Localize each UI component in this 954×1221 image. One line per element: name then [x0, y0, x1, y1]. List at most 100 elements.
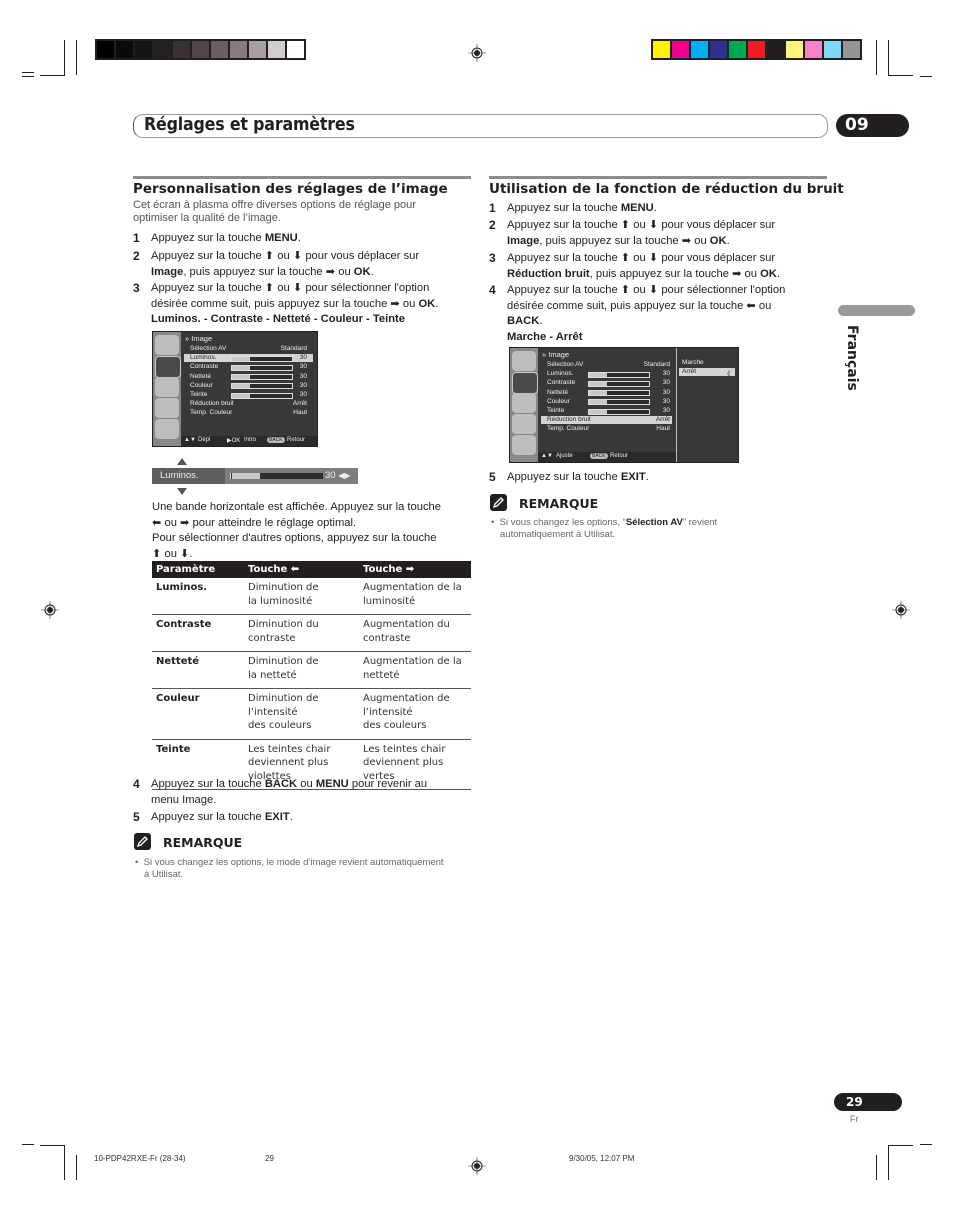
setup-icon[interactable]	[512, 351, 536, 371]
options-icon[interactable]	[155, 419, 179, 439]
color-swatch	[173, 41, 190, 58]
osd-slider[interactable]	[231, 392, 293, 399]
osd-slider[interactable]	[588, 371, 650, 378]
color-swatch	[653, 41, 670, 58]
osd-row-label[interactable]: Teinte	[547, 407, 564, 414]
osd-row-value: 30	[299, 372, 307, 380]
color-bar	[651, 39, 862, 60]
osd-row-value: 30	[662, 379, 670, 387]
table-cell-right: Augmentation de l’intensité des couleurs	[359, 688, 471, 740]
osd-row-label[interactable]: Netteté	[547, 389, 568, 396]
color-swatch	[116, 41, 133, 58]
note-bold: Sélection AV	[625, 517, 683, 528]
back-key-icon: BACK	[590, 453, 608, 459]
osd-slider-fill	[232, 393, 250, 398]
sound-icon[interactable]	[512, 393, 536, 413]
osd-row-label[interactable]: Sélection AV	[190, 345, 226, 352]
step-5: 5 Appuyez sur la touche EXIT.	[489, 470, 829, 486]
step-text: Appuyez sur la touche	[507, 471, 621, 483]
section-title-noise: Utilisation de la fonction de réduction …	[489, 181, 844, 197]
chapter-badge: 09	[836, 114, 909, 137]
step-number: 2	[133, 249, 140, 263]
text-line: ⬆ ou ⬇.	[152, 547, 193, 560]
osd-footer-back: Retour	[610, 453, 629, 459]
osd-row-label[interactable]: Luminos.	[190, 354, 216, 361]
osd-slider-fill	[589, 391, 607, 396]
osd-row-label[interactable]: Réduction bruit	[190, 400, 234, 407]
table-cell-left: Diminution de l’intensité des couleurs	[244, 688, 359, 740]
key-name: Image	[507, 234, 540, 247]
osd-slider[interactable]	[588, 399, 650, 406]
grayscale-bar	[95, 39, 306, 60]
band-slider-fill	[232, 473, 260, 479]
osd-slider[interactable]	[231, 364, 293, 371]
osd-row-label[interactable]: Réduction bruit	[547, 416, 591, 423]
osd-row-value: Standard	[643, 361, 670, 368]
step-text: .	[370, 265, 374, 278]
osd-slider[interactable]	[588, 408, 650, 415]
osd-slider-fill	[232, 356, 250, 361]
sound-icon[interactable]	[155, 377, 179, 397]
position-icon[interactable]	[155, 398, 179, 418]
table-cell-left: Diminution du contraste	[244, 614, 359, 652]
key-name: MENU	[264, 232, 298, 244]
setup-icon[interactable]	[155, 335, 179, 355]
osd-row-value: 30	[662, 407, 670, 414]
image-icon[interactable]	[155, 356, 181, 378]
osd-row-label[interactable]: Temp. Couleur	[547, 425, 589, 432]
chapter-number: 09	[845, 115, 869, 135]
pencil-note-icon	[134, 833, 151, 850]
osd-row-label[interactable]: Netteté	[190, 373, 211, 380]
osd-row-label[interactable]: Contraste	[190, 363, 218, 370]
osd-slider[interactable]	[588, 390, 650, 397]
step-text: .	[645, 471, 649, 483]
osd-slider-fill	[232, 384, 250, 389]
osd-row-label[interactable]: Contraste	[547, 379, 575, 386]
key-name: MENU	[620, 202, 654, 214]
registration-mark-icon	[468, 1157, 486, 1175]
osd-slider[interactable]	[588, 380, 650, 387]
section-rule	[489, 176, 827, 179]
step-text: Appuyez sur la touche	[151, 811, 265, 823]
registration-mark-icon	[892, 601, 910, 619]
image-icon[interactable]	[512, 372, 538, 394]
osd-row-label[interactable]: Couleur	[190, 382, 213, 389]
osd-submenu-item[interactable]: Marche	[682, 359, 704, 366]
position-icon[interactable]	[512, 414, 536, 434]
osd-icon-column	[510, 348, 538, 462]
column-header: Touche ➡	[359, 561, 471, 578]
osd-slider-fill	[589, 409, 607, 414]
osd-footer-nav: Dépl	[198, 437, 211, 443]
osd-footer-back: Retour	[287, 437, 306, 443]
osd-row-label[interactable]: Teinte	[190, 391, 207, 398]
osd-row-label[interactable]: Temp. Couleur	[190, 409, 232, 416]
osd-slider[interactable]	[231, 383, 293, 390]
osd-footer-nav: Ajuste	[556, 453, 573, 459]
step-text: désirée comme suit, puis appuyez sur la …	[507, 299, 772, 312]
osd-row-label[interactable]: Sélection AV	[547, 361, 583, 368]
osd-row-label[interactable]: Couleur	[547, 398, 570, 405]
osd-slider[interactable]	[231, 374, 293, 381]
page-title: Réglages et paramètres	[144, 114, 355, 135]
section-rule	[133, 176, 471, 179]
step-text: .	[653, 202, 657, 214]
step-4: 4 Appuyez sur la touche BACK ou MENU pou…	[133, 777, 473, 809]
osd-submenu-item[interactable]: Arrêt	[682, 368, 696, 375]
step-3: 3 Appuyez sur la touche ⬆ ou ⬇ pour séle…	[133, 281, 473, 329]
column-header: Paramètre	[152, 561, 244, 578]
step-text: Appuyez sur la touche ⬆ ou ⬇ pour vous d…	[507, 219, 776, 231]
osd-slider[interactable]	[231, 355, 293, 362]
table-cell-right: Augmentation de la netteté	[359, 651, 471, 689]
band-slider[interactable]	[230, 473, 323, 479]
options-icon[interactable]	[512, 435, 536, 455]
key-name: OK	[760, 267, 777, 280]
remark-heading: REMARQUE	[519, 496, 599, 511]
osd-title: » Image	[185, 334, 212, 343]
step-text: Appuyez sur la touche ⬆ ou ⬇ pour vous d…	[507, 252, 776, 264]
adjust-band: Luminos. 30 ◀▶	[152, 468, 358, 484]
osd-row-value: 30	[299, 354, 307, 362]
color-swatch	[824, 41, 841, 58]
footer-file: 10-PDP42RXE-Fr (28-34)	[94, 1154, 186, 1163]
osd-divider	[676, 348, 677, 462]
osd-row-label[interactable]: Luminos.	[547, 370, 573, 377]
